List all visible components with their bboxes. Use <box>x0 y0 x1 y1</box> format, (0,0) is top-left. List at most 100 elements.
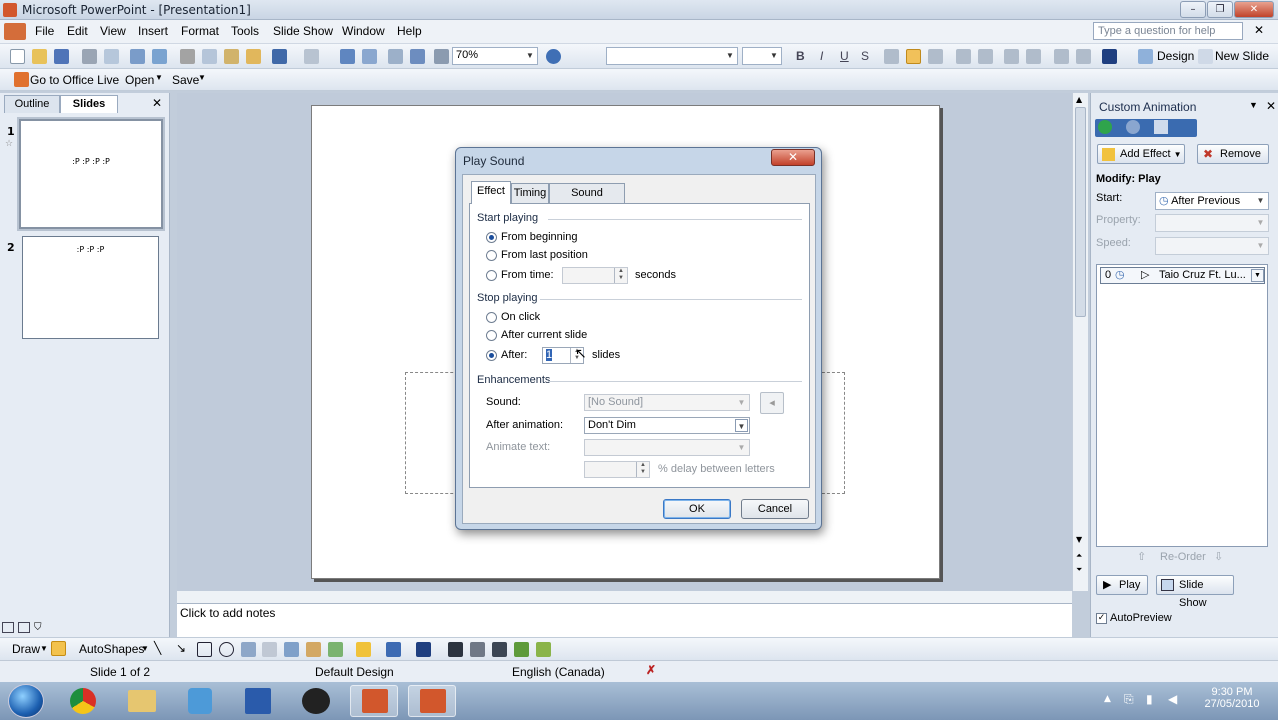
menu-edit[interactable]: Edit <box>67 24 88 38</box>
design-icon[interactable] <box>1138 49 1153 64</box>
bold-button[interactable]: B <box>796 49 805 63</box>
italic-button[interactable]: I <box>820 49 823 63</box>
new-slide-button[interactable]: New Slide <box>1215 49 1269 63</box>
taskbar-chrome[interactable] <box>60 685 108 717</box>
normal-view-icon[interactable] <box>2 622 14 633</box>
previous-slide-icon[interactable]: ⏶ <box>1076 551 1082 561</box>
close-doc-icon[interactable]: ✕ <box>1254 23 1264 37</box>
menu-format[interactable]: Format <box>181 24 219 38</box>
next-slide-icon[interactable]: ⏷ <box>1076 565 1082 575</box>
volume-tray-icon[interactable]: ◀ <box>1168 692 1177 706</box>
after-current-slide-label[interactable]: After current slide <box>501 329 587 341</box>
shadow-button[interactable]: S <box>861 49 869 63</box>
3d-style-icon[interactable] <box>536 642 551 657</box>
fill-color-icon[interactable] <box>356 642 371 657</box>
close-pane-icon[interactable]: ✕ <box>152 96 162 110</box>
from-beginning-label[interactable]: From beginning <box>501 231 577 243</box>
line-style-icon[interactable] <box>448 642 463 657</box>
diagram-icon[interactable] <box>284 642 299 657</box>
chevron-down-icon[interactable]: ▼ <box>1249 100 1258 110</box>
draw-menu-button[interactable]: Draw <box>12 642 40 656</box>
dialog-close-button[interactable]: ✕ <box>771 149 815 166</box>
menu-help[interactable]: Help <box>397 24 422 38</box>
vertical-scrollbar[interactable]: ▲ ▼ ⏶ ⏷ <box>1072 93 1088 591</box>
slideshow-view-icon[interactable]: ⛉ <box>34 622 42 633</box>
from-last-position-radio[interactable] <box>486 250 497 261</box>
usb-tray-icon[interactable]: ⎘ <box>1124 692 1134 707</box>
redo-icon[interactable] <box>304 49 319 64</box>
picture-icon[interactable] <box>328 642 343 657</box>
taskbar-powerpoint-2[interactable] <box>408 685 456 717</box>
paste-icon[interactable] <box>224 49 239 64</box>
insert-chart-icon[interactable] <box>340 49 355 64</box>
numbering-icon[interactable] <box>956 49 971 64</box>
after-current-slide-radio[interactable] <box>486 330 497 341</box>
restore-button[interactable]: ❐ <box>1207 1 1233 18</box>
go-to-office-live-button[interactable]: Go to Office Live <box>30 73 119 87</box>
undo-icon[interactable] <box>272 49 287 64</box>
chevron-down-icon[interactable]: ▼ <box>1251 269 1264 282</box>
back-icon[interactable] <box>1098 120 1112 134</box>
dash-style-icon[interactable] <box>470 642 485 657</box>
scrollbar-thumb[interactable] <box>1075 107 1086 317</box>
font-combo[interactable]: ▼ <box>606 47 738 65</box>
text-box-icon[interactable] <box>241 642 256 657</box>
menu-file[interactable]: File <box>35 24 54 38</box>
tab-sound-settings[interactable]: Sound Settings <box>549 183 625 217</box>
powerpoint-app-icon[interactable] <box>3 3 17 17</box>
after-slides-radio[interactable] <box>486 350 497 361</box>
start-combo[interactable]: ◷ After Previous ▼ <box>1155 192 1269 210</box>
tab-outline[interactable]: Outline <box>4 95 60 113</box>
scroll-up-icon[interactable]: ▲ <box>1076 95 1082 104</box>
grid-icon[interactable] <box>434 49 449 64</box>
slide-show-button[interactable]: Slide Show <box>1156 575 1234 609</box>
open-menu-button[interactable]: Open <box>125 73 154 87</box>
zoom-combo[interactable]: 70% ▼ <box>452 47 538 65</box>
menu-insert[interactable]: Insert <box>138 24 168 38</box>
ok-button[interactable]: OK <box>663 499 731 519</box>
rectangle-icon[interactable] <box>197 642 212 657</box>
taskbar-word[interactable] <box>234 685 282 717</box>
shadow-style-icon[interactable] <box>514 642 529 657</box>
print-preview-icon[interactable] <box>104 49 119 64</box>
forward-icon[interactable] <box>1126 120 1140 134</box>
network-tray-icon[interactable]: ▮ <box>1146 692 1153 706</box>
arrow-icon[interactable]: ↘ <box>176 641 186 655</box>
copy-icon[interactable] <box>202 49 217 64</box>
from-time-label[interactable]: From time: <box>501 269 554 281</box>
show-formatting-icon[interactable] <box>410 49 425 64</box>
research-icon[interactable] <box>152 49 167 64</box>
spelling-icon[interactable] <box>130 49 145 64</box>
add-effect-button[interactable]: Add Effect ▼ <box>1097 144 1185 164</box>
help-icon[interactable] <box>546 49 561 64</box>
slide-thumbnail-2[interactable]: :P :P :P <box>22 236 159 339</box>
slide-thumbnail-1[interactable]: :P :P :P :P <box>19 119 163 229</box>
center-icon[interactable] <box>906 49 921 64</box>
menu-window[interactable]: Window <box>342 24 385 38</box>
taskbar-ak-app[interactable] <box>292 685 340 717</box>
decrease-indent-icon[interactable] <box>1054 49 1069 64</box>
arrow-style-icon[interactable] <box>492 642 507 657</box>
remove-button[interactable]: ✖ Remove <box>1197 144 1269 164</box>
from-time-radio[interactable] <box>486 270 497 281</box>
on-click-label[interactable]: On click <box>501 311 540 323</box>
wordart-icon[interactable] <box>262 642 277 657</box>
taskbar-itunes[interactable] <box>176 685 224 717</box>
play-button[interactable]: ▶ Play <box>1096 575 1148 595</box>
increase-indent-icon[interactable] <box>1076 49 1091 64</box>
save-menu-button[interactable]: Save <box>172 73 199 87</box>
on-click-radio[interactable] <box>486 312 497 323</box>
animation-list[interactable]: 0 ◷ ▷ Taio Cruz Ft. Lu... ▼ <box>1096 264 1268 547</box>
underline-button[interactable]: U <box>840 49 849 63</box>
font-size-combo[interactable]: ▼ <box>742 47 782 65</box>
notes-pane[interactable]: Click to add notes <box>177 603 1072 637</box>
animation-list-item[interactable]: 0 ◷ ▷ Taio Cruz Ft. Lu... ▼ <box>1100 267 1265 284</box>
expand-all-icon[interactable] <box>388 49 403 64</box>
open-icon[interactable] <box>32 49 47 64</box>
after-animation-combo[interactable]: Don't Dim ▼ <box>584 417 750 434</box>
new-slide-icon[interactable] <box>1198 49 1213 64</box>
close-window-button[interactable]: ✕ <box>1234 1 1274 18</box>
start-button[interactable] <box>8 684 44 718</box>
show-hidden-icons-icon[interactable]: ▲ <box>1104 694 1111 704</box>
close-pane-icon[interactable]: ✕ <box>1266 99 1276 113</box>
